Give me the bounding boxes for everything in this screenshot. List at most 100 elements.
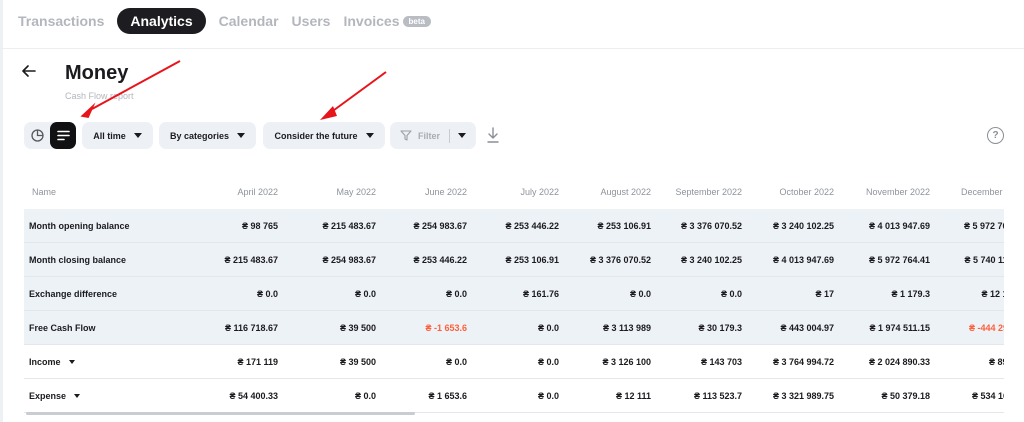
value-cell: ₴ 253 106.91: [597, 220, 651, 231]
column-header[interactable]: November 2022: [834, 187, 930, 197]
value-cell: ₴ 3 376 070.52: [680, 220, 742, 231]
value-cell: ₴ 3 376 070.52: [589, 254, 651, 265]
grouping-dropdown[interactable]: By categories: [159, 122, 256, 149]
future-dropdown-label: Consider the future: [274, 130, 358, 141]
table-body: Month opening balance ₴ 98 765 ₴ 215 483.6…: [24, 209, 1004, 413]
value-cell: ₴ 0.0: [354, 390, 376, 401]
value-cell: ₴ 3 113 989: [602, 322, 651, 333]
tab-invoices-label: Invoices: [343, 13, 400, 29]
value-cell: ₴ 143 703: [700, 356, 742, 367]
column-header[interactable]: October 2022: [742, 187, 834, 197]
row-name: Month closing balance: [29, 254, 127, 265]
download-button[interactable]: [486, 126, 500, 144]
table-view-button[interactable]: [50, 122, 76, 149]
future-dropdown[interactable]: Consider the future: [263, 122, 385, 149]
column-header[interactable]: September 2022: [651, 187, 742, 197]
value-cell: ₴ 3 240 102.25: [772, 220, 834, 231]
value-cell: ₴ 5 972 764.41: [868, 254, 930, 265]
pie-chart-view-button[interactable]: [24, 122, 50, 149]
value-cell: ₴ 3 764 994.72: [772, 356, 834, 367]
tab-calendar[interactable]: Calendar: [219, 13, 279, 29]
value-cell: ₴ 1 653.6: [428, 390, 467, 401]
value-cell: ₴ 253 446.22: [413, 254, 467, 265]
value-cell: ₴ 113 523.7: [693, 390, 742, 401]
value-cell: ₴ 12 177.1: [981, 288, 1004, 299]
value-cell: ₴ 3 321 989.75: [772, 390, 834, 401]
tab-users[interactable]: Users: [292, 13, 331, 29]
tab-transactions[interactable]: Transactions: [18, 13, 104, 29]
horizontal-scrollbar[interactable]: [26, 412, 415, 415]
page-title: Money: [65, 62, 129, 84]
value-cell: ₴ -444 295.11: [968, 322, 1004, 333]
value-cell: ₴ 0.0: [537, 356, 559, 367]
value-cell: ₴ 12 111: [615, 390, 651, 401]
value-cell: ₴ 0.0: [256, 288, 278, 299]
value-cell: ₴ 0.0: [354, 288, 376, 299]
value-cell: ₴ 0.0: [720, 288, 742, 299]
column-header[interactable]: April 2022: [174, 187, 278, 197]
help-button[interactable]: ?: [987, 127, 1004, 144]
value-cell: ₴ 98 765: [241, 220, 278, 231]
value-cell: ₴ 5 972 764.41: [963, 220, 1004, 231]
tab-analytics[interactable]: Analytics: [117, 8, 206, 34]
value-cell: ₴ 3 240 102.25: [680, 254, 742, 265]
value-cell: ₴ 0.0: [629, 288, 651, 299]
row-name-cell: Month opening balance: [24, 221, 174, 231]
expand-caret-icon[interactable]: [68, 359, 75, 364]
list-lines-icon: [56, 130, 70, 141]
value-cell: ₴ 50 379.18: [881, 390, 930, 401]
top-nav: Transactions Analytics Calendar Users In…: [18, 8, 444, 34]
value-cell: ₴ 1 974 511.15: [869, 322, 930, 333]
left-edge: [0, 0, 3, 422]
value-cell: ₴ 161.76: [522, 288, 559, 299]
value-cell: ₴ 253 106.91: [505, 254, 559, 265]
row-name-cell: Month closing balance: [24, 255, 174, 265]
cash-flow-table: Name April 2022 May 2022 June 2022 July …: [24, 174, 1004, 413]
value-cell: ₴ 443 004.97: [780, 322, 834, 333]
filter-caret-down-icon[interactable]: [458, 133, 467, 138]
column-header[interactable]: May 2022: [278, 187, 376, 197]
value-cell: ₴ 89 867: [988, 356, 1004, 367]
filter-separator: [449, 128, 451, 143]
nav-divider: [0, 48, 1024, 49]
page-subtitle: Cash Flow report: [65, 91, 134, 101]
value-cell: ₴ 17: [815, 288, 834, 299]
period-dropdown-label: All time: [93, 130, 126, 141]
expand-caret-icon[interactable]: [74, 393, 81, 398]
value-cell: ₴ 534 162.11: [971, 390, 1004, 401]
filter-button[interactable]: Filter: [390, 122, 476, 149]
value-cell: ₴ 116 718.67: [224, 322, 278, 333]
value-cell: ₴ 5 740 117.98: [964, 254, 1004, 265]
row-name-cell[interactable]: Expense: [24, 391, 174, 401]
column-header[interactable]: August 2022: [559, 187, 651, 197]
pie-chart-icon: [30, 129, 44, 142]
annotation-arrowhead: [80, 102, 96, 118]
column-header[interactable]: July 2022: [467, 187, 559, 197]
value-cell: ₴ 171 119: [237, 356, 278, 367]
row-name: Month opening balance: [29, 220, 130, 231]
funnel-icon: [400, 130, 412, 141]
value-cell: ₴ 253 446.22: [505, 220, 559, 231]
column-header[interactable]: December 2022: [930, 187, 1004, 197]
column-header[interactable]: Name: [24, 187, 174, 197]
row-name: Expense: [29, 390, 67, 401]
value-cell: ₴ 1 179.3: [891, 288, 930, 299]
back-arrow-icon[interactable]: [22, 62, 36, 80]
value-cell: ₴ 0.0: [445, 288, 467, 299]
caret-down-icon: [237, 133, 246, 138]
period-dropdown[interactable]: All time: [82, 122, 153, 149]
value-cell: ₴ 3 126 100: [602, 356, 651, 367]
value-cell: ₴ 0.0: [445, 356, 467, 367]
table-row: Free Cash Flow ₴ 116 718.67 ₴ 39 500 ₴ -1 6…: [24, 311, 1004, 345]
table-row: Expense ₴ 54 400.33 ₴ 0.0 ₴ 1 653.6 ₴ 0.0 ₴ 1…: [24, 379, 1004, 413]
value-cell: ₴ 254 983.67: [322, 254, 376, 265]
view-toggle: [24, 122, 76, 149]
table-row: Month opening balance ₴ 98 765 ₴ 215 483.6…: [24, 209, 1004, 243]
tab-invoices[interactable]: Invoices beta: [343, 13, 431, 29]
row-name-cell[interactable]: Income: [24, 357, 174, 367]
value-cell: ₴ 4 013 947.69: [772, 254, 834, 265]
value-cell: ₴ 39 500: [339, 356, 376, 367]
column-header[interactable]: June 2022: [376, 187, 467, 197]
annotation-arrowhead: [320, 106, 337, 120]
row-name-cell: Free Cash Flow: [24, 323, 174, 333]
